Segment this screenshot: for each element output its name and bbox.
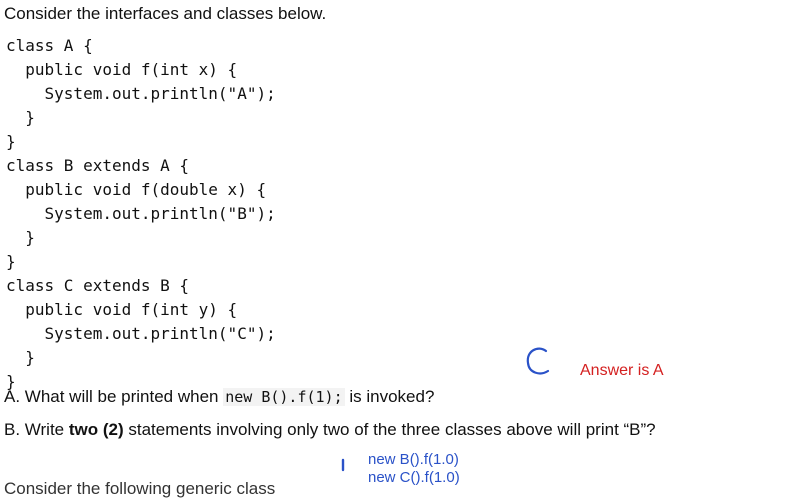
code-line: class A { xyxy=(6,36,93,55)
code-line: } xyxy=(6,108,35,127)
code-line: } xyxy=(6,132,16,151)
handwritten-c-mark xyxy=(526,347,550,375)
answer-note: Answer is A xyxy=(580,362,664,379)
question-b: B. Write two (2) statements involving on… xyxy=(4,419,656,441)
code-line: } xyxy=(6,348,35,367)
intro-text: Consider the interfaces and classes belo… xyxy=(4,4,327,23)
next-section-text: Consider the following generic class xyxy=(4,479,276,498)
answer-statement-1: new B().f(1.0) xyxy=(368,451,459,468)
code-line: System.out.println("B"); xyxy=(6,204,276,223)
code-block: class A { public void f(int x) { System.… xyxy=(6,34,276,394)
code-line: System.out.println("A"); xyxy=(6,84,276,103)
question-b-prefix: B. Write xyxy=(4,420,69,439)
pen-tick-mark xyxy=(341,458,345,472)
question-a-prefix: A. What will be printed when xyxy=(4,387,224,406)
question-a: A. What will be printed when new B().f(1… xyxy=(4,386,434,408)
code-line: class B extends A { xyxy=(6,156,190,175)
code-line: public void f(int x) { xyxy=(6,60,238,79)
code-line: public void f(double x) { xyxy=(6,180,267,199)
question-a-code: new B().f(1); xyxy=(223,388,345,406)
question-b-bold: two (2) xyxy=(68,420,124,439)
answer-statement-2: new C().f(1.0) xyxy=(368,469,460,486)
code-line: public void f(int y) { xyxy=(6,300,238,319)
question-b-suffix: statements involving only two of the thr… xyxy=(123,420,656,439)
code-line: } xyxy=(6,252,16,271)
code-line: System.out.println("C"); xyxy=(6,324,276,343)
question-a-suffix: is invoked? xyxy=(344,387,435,406)
code-line: } xyxy=(6,228,35,247)
code-line: class C extends B { xyxy=(6,276,190,295)
